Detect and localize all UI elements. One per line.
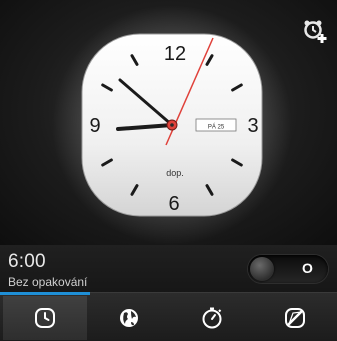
numeral-3: 3	[247, 115, 258, 137]
tab-alarm[interactable]	[3, 296, 87, 340]
active-tab-indicator	[0, 292, 90, 295]
analog-clock: 12 3 6 9 PÁ 25 dop.	[52, 5, 292, 245]
tab-stopwatch[interactable]	[170, 296, 254, 340]
alarm-repeat-label: Bez opakování	[8, 275, 88, 289]
period-label: dop.	[166, 168, 184, 178]
alarm-clock-icon	[35, 308, 55, 328]
tab-world-clock[interactable]	[87, 296, 171, 340]
timer-icon	[285, 308, 305, 328]
globe-icon	[120, 309, 138, 327]
alarm-toggle[interactable]: O	[248, 255, 328, 283]
alarm-time: 6:00	[8, 251, 46, 272]
numeral-12: 12	[164, 43, 186, 65]
date-window-text: PÁ 25	[208, 124, 225, 131]
tab-timer[interactable]	[253, 296, 337, 340]
add-alarm-button[interactable]	[302, 18, 328, 44]
toggle-knob[interactable]	[250, 257, 274, 281]
stopwatch-icon	[202, 307, 222, 329]
numeral-6: 6	[168, 193, 179, 215]
toggle-label: O	[302, 260, 313, 276]
numeral-9: 9	[89, 115, 100, 137]
alarm-add-icon	[304, 20, 327, 43]
